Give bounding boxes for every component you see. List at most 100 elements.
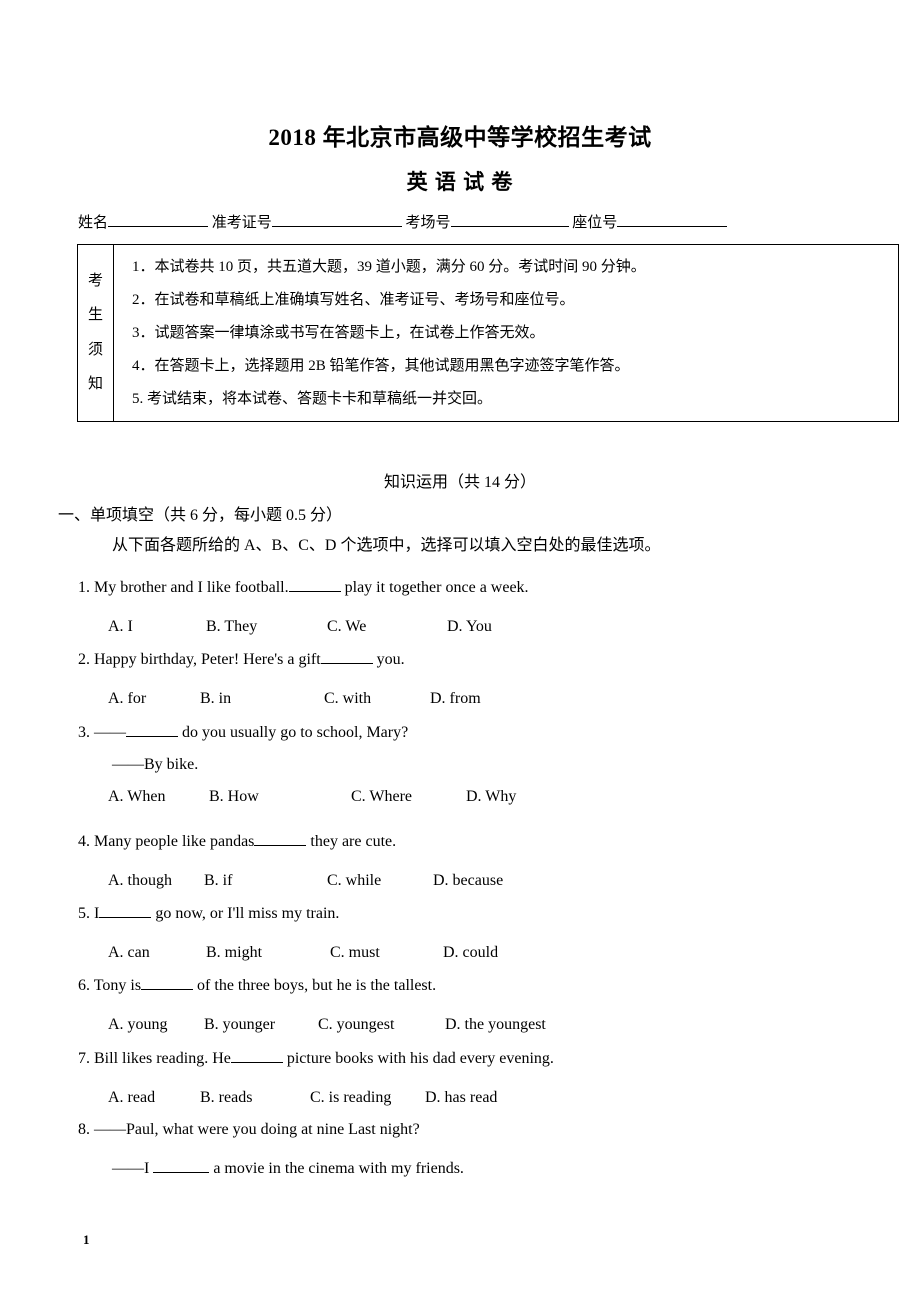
admission-number-field[interactable] xyxy=(271,212,402,227)
question-stem-before: 3. —— xyxy=(78,724,126,741)
page-subtitle: 英 语 试 卷 xyxy=(406,170,514,194)
question-8: 8. ——Paul, what were you doing at nine L… xyxy=(78,1121,878,1177)
question-stem-before: 4. Many people like pandas xyxy=(78,833,255,850)
option-a[interactable]: A. read xyxy=(108,1089,155,1107)
notice-label-char-2: 生 xyxy=(87,307,103,324)
question-stem-before: 2. Happy birthday, Peter! Here's a gift xyxy=(78,651,321,668)
question-stem-after: do you usually go to school, Mary? xyxy=(178,724,409,741)
question-stem-before: 1. My brother and I like football. xyxy=(78,579,289,596)
option-c[interactable]: C. with xyxy=(324,690,371,708)
question-6: 6. Tony is of the three boys, but he is … xyxy=(78,976,878,1038)
seat-number-field[interactable] xyxy=(617,212,728,227)
answer-blank[interactable] xyxy=(99,904,152,918)
answer-blank[interactable] xyxy=(254,832,307,846)
question-3: 3. —— do you usually go to school, Mary?… xyxy=(78,723,878,810)
question-options: A. for B. in C. with D. from xyxy=(78,690,878,712)
question-stem-after: you. xyxy=(372,651,405,668)
question-stem-after: they are cute. xyxy=(306,833,397,850)
candidate-notice-items: 1．本试卷共 10 页，共五道大题，39 道小题，满分 60 分。考试时间 90… xyxy=(114,245,898,421)
answer-blank[interactable] xyxy=(230,1049,283,1063)
candidate-notice-box: 考 生 须 知 1．本试卷共 10 页，共五道大题，39 道小题，满分 60 分… xyxy=(77,244,899,422)
option-d[interactable]: D. You xyxy=(447,618,492,636)
name-label: 姓名 xyxy=(78,215,109,231)
candidate-notice-label: 考 生 须 知 xyxy=(78,245,114,421)
question-stem: 3. —— do you usually go to school, Mary? xyxy=(78,723,878,742)
question-options: A. can B. might C. must D. could xyxy=(78,944,878,966)
notice-item: 3．试题答案一律填涂或书写在答题卡上，在试卷上作答无效。 xyxy=(132,324,545,341)
option-b[interactable]: B. might xyxy=(206,944,262,962)
notice-item: 1．本试卷共 10 页，共五道大题，39 道小题，满分 60 分。考试时间 90… xyxy=(132,259,646,276)
option-b[interactable]: B. How xyxy=(209,788,259,806)
question-1: 1. My brother and I like football. play … xyxy=(78,578,878,640)
option-d[interactable]: D. Why xyxy=(466,788,516,806)
option-a[interactable]: A. can xyxy=(108,944,150,962)
question-stem-after: of the three boys, but he is the tallest… xyxy=(193,977,437,994)
notice-label-char-3: 须 xyxy=(87,341,103,358)
question-stem: 8. ——Paul, what were you doing at nine L… xyxy=(78,1121,420,1138)
question-stem-after: go now, or I'll miss my train. xyxy=(151,905,340,922)
notice-label-char-1: 考 xyxy=(87,273,103,290)
page-number: 1 xyxy=(83,1232,90,1247)
option-b[interactable]: B. if xyxy=(204,872,232,890)
section-heading: 知识运用（共 14 分） xyxy=(383,474,536,491)
option-d[interactable]: D. from xyxy=(430,690,481,708)
identity-fields-line: 姓名 准考证号 考场号 座位号 xyxy=(78,211,798,232)
notice-item: 5. 考试结束，将本试卷、答题卡卡和草稿纸一并交回。 xyxy=(132,390,493,407)
option-a[interactable]: A. young xyxy=(108,1016,168,1034)
question-stem-after: picture books with his dad every evening… xyxy=(282,1050,554,1067)
question-stem-before: 7. Bill likes reading. He xyxy=(78,1050,231,1067)
option-d[interactable]: D. because xyxy=(433,872,503,890)
answer-blank[interactable] xyxy=(141,976,194,990)
option-a[interactable]: A. I xyxy=(108,618,133,636)
question-7: 7. Bill likes reading. He picture books … xyxy=(78,1049,878,1111)
question-options: A. young B. younger C. youngest D. the y… xyxy=(78,1016,878,1038)
question-dialogue-reply: ——I a movie in the cinema with my friend… xyxy=(78,1159,878,1178)
page-title: 2018 年北京市高级中等学校招生考试 xyxy=(268,125,652,150)
exam-room-field[interactable] xyxy=(450,212,569,227)
part-instruction: 从下面各题所给的 A、B、C、D 个选项中，选择可以填入空白处的最佳选项。 xyxy=(112,537,661,554)
name-field[interactable] xyxy=(108,212,209,227)
option-c[interactable]: C. We xyxy=(327,618,366,636)
question-stem: 2. Happy birthday, Peter! Here's a gift … xyxy=(78,650,878,669)
question-stem: 5. I go now, or I'll miss my train. xyxy=(78,904,878,923)
answer-blank[interactable] xyxy=(288,578,341,592)
exam-paper-page: 2018 年北京市高级中等学校招生考试 英 语 试 卷 姓名 准考证号 考场号 … xyxy=(0,0,920,1302)
option-c[interactable]: C. while xyxy=(327,872,381,890)
answer-blank[interactable] xyxy=(126,723,178,737)
question-4: 4. Many people like pandas they are cute… xyxy=(78,832,878,894)
option-d[interactable]: D. could xyxy=(443,944,498,962)
option-d[interactable]: D. the youngest xyxy=(445,1016,546,1034)
question-5: 5. I go now, or I'll miss my train. A. c… xyxy=(78,904,878,966)
option-c[interactable]: C. must xyxy=(330,944,380,962)
answer-blank[interactable] xyxy=(320,650,373,664)
seat-number-label: 座位号 xyxy=(572,215,618,231)
option-c[interactable]: C. Where xyxy=(351,788,412,806)
option-c[interactable]: C. youngest xyxy=(318,1016,394,1034)
question-stem-before: 6. Tony is xyxy=(78,977,142,994)
option-c[interactable]: C. is reading xyxy=(310,1089,391,1107)
question-stem: 7. Bill likes reading. He picture books … xyxy=(78,1049,878,1068)
question-stem-after: play it together once a week. xyxy=(340,579,529,596)
question-options: A. When B. How C. Where D. Why xyxy=(78,788,878,810)
option-a[interactable]: A. for xyxy=(108,690,146,708)
question-2: 2. Happy birthday, Peter! Here's a gift … xyxy=(78,650,878,712)
part-heading: 一、单项填空（共 6 分，每小题 0.5 分） xyxy=(58,507,343,524)
option-d[interactable]: D. has read xyxy=(425,1089,497,1107)
option-b[interactable]: B. younger xyxy=(204,1016,275,1034)
notice-item: 2．在试卷和草稿纸上准确填写姓名、准考证号、考场号和座位号。 xyxy=(132,292,575,309)
admission-number-label: 准考证号 xyxy=(211,215,272,231)
question-stem: 4. Many people like pandas they are cute… xyxy=(78,832,878,851)
reply-text-after: a movie in the cinema with my friends. xyxy=(209,1159,464,1177)
question-dialogue-reply: ——By bike. xyxy=(112,755,199,773)
question-stem-before: 5. I xyxy=(78,905,100,922)
option-a[interactable]: A. When xyxy=(108,788,165,806)
option-b[interactable]: B. They xyxy=(206,618,257,636)
notice-item: 4．在答题卡上，选择题用 2B 铅笔作答，其他试题用黑色字迹签字笔作答。 xyxy=(132,357,630,374)
option-b[interactable]: B. reads xyxy=(200,1089,252,1107)
option-a[interactable]: A. though xyxy=(108,872,172,890)
option-b[interactable]: B. in xyxy=(200,690,231,708)
notice-label-char-4: 知 xyxy=(87,375,103,392)
question-options: A. though B. if C. while D. because xyxy=(78,872,878,894)
answer-blank[interactable] xyxy=(153,1159,210,1173)
question-stem: 6. Tony is of the three boys, but he is … xyxy=(78,976,878,995)
